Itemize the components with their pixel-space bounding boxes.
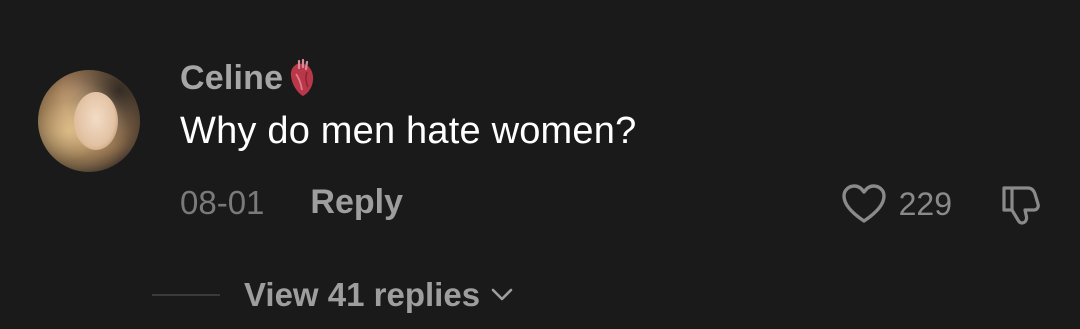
reply-button[interactable]: Reply: [310, 183, 403, 222]
avatar-face: [74, 92, 118, 150]
divider: [152, 294, 220, 296]
username[interactable]: Celine: [180, 59, 283, 98]
username-row: Celine: [180, 58, 317, 98]
comment-text: Why do men hate women?: [180, 110, 637, 152]
view-replies-row: View 41 replies: [152, 276, 514, 314]
dislike-button[interactable]: [998, 182, 1044, 226]
anatomical-heart-emoji-icon: [291, 58, 314, 96]
comment-meta: 08-01 Reply: [180, 183, 403, 222]
chevron-down-icon: [491, 288, 513, 301]
view-replies-button[interactable]: View 41 replies: [244, 276, 514, 314]
heart-outline-icon: [841, 184, 886, 223]
like-count: 229: [898, 185, 952, 222]
like-button[interactable]: 229: [841, 183, 952, 225]
comment-date: 08-01: [180, 183, 265, 221]
avatar[interactable]: [38, 70, 140, 172]
thumbs-down-icon: [1002, 186, 1040, 225]
comment-item: Celine Why do men hate women? 08-01 Repl…: [0, 0, 1080, 329]
view-replies-label: View 41 replies: [244, 276, 481, 313]
comment-actions: 229: [841, 182, 1044, 226]
